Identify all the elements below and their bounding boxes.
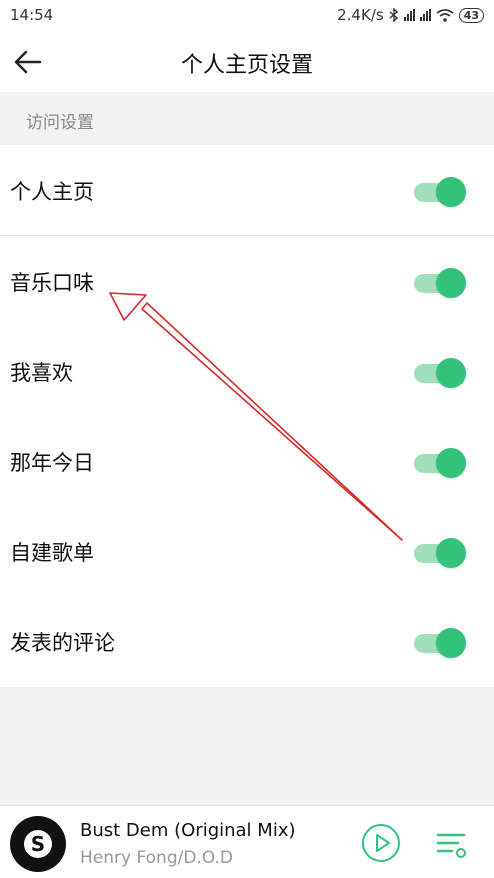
mini-player[interactable]: S Bust Dem (Original Mix) Henry Fong/D.O… [0, 805, 494, 878]
setting-row-my-likes[interactable]: 我喜欢 [0, 326, 494, 416]
battery-icon: 43 [458, 7, 484, 23]
toggle-switch[interactable] [414, 538, 466, 568]
play-icon[interactable] [360, 822, 402, 864]
settings-list: 个人主页 音乐口味 我喜欢 那年今日 自建歌单 发表的评论 [0, 145, 494, 687]
toggle-switch[interactable] [414, 177, 466, 207]
setting-label: 音乐口味 [10, 271, 94, 295]
playlist-icon[interactable] [434, 826, 470, 862]
setting-label: 自建歌单 [10, 541, 94, 565]
status-time: 14:54 [10, 6, 54, 24]
status-bar: 14:54 2.4K/s 43 [0, 0, 494, 32]
song-artist: Henry Fong/D.O.D [80, 848, 234, 868]
bluetooth-icon [389, 8, 398, 22]
signal-icon [403, 9, 415, 21]
setting-label: 那年今日 [10, 451, 94, 475]
toggle-switch[interactable] [414, 358, 466, 388]
setting-label: 发表的评论 [10, 631, 115, 655]
setting-row-on-this-day[interactable]: 那年今日 [0, 416, 494, 506]
toggle-switch[interactable] [414, 268, 466, 298]
network-speed: 2.4K/s [337, 6, 384, 24]
setting-label: 个人主页 [10, 180, 94, 204]
wifi-icon [436, 8, 454, 22]
toggle-switch[interactable] [414, 628, 466, 658]
page-title: 个人主页设置 [180, 53, 313, 78]
setting-row-personal-homepage[interactable]: 个人主页 [0, 145, 494, 236]
signal-icon [419, 9, 431, 21]
album-logo: S [24, 830, 52, 858]
status-icons: 2.4K/s 43 [337, 6, 484, 24]
setting-label: 我喜欢 [10, 361, 73, 385]
album-cover[interactable]: S [10, 816, 66, 872]
setting-row-posted-comments[interactable]: 发表的评论 [0, 596, 494, 686]
section-header: 访问设置 [0, 92, 494, 145]
setting-row-music-taste[interactable]: 音乐口味 [0, 236, 494, 326]
toggle-switch[interactable] [414, 448, 466, 478]
setting-row-created-playlists[interactable]: 自建歌单 [0, 506, 494, 596]
app-header: 个人主页设置 [0, 32, 494, 92]
song-title: Bust Dem (Original Mix) [80, 820, 296, 841]
section-label: 访问设置 [26, 113, 94, 133]
